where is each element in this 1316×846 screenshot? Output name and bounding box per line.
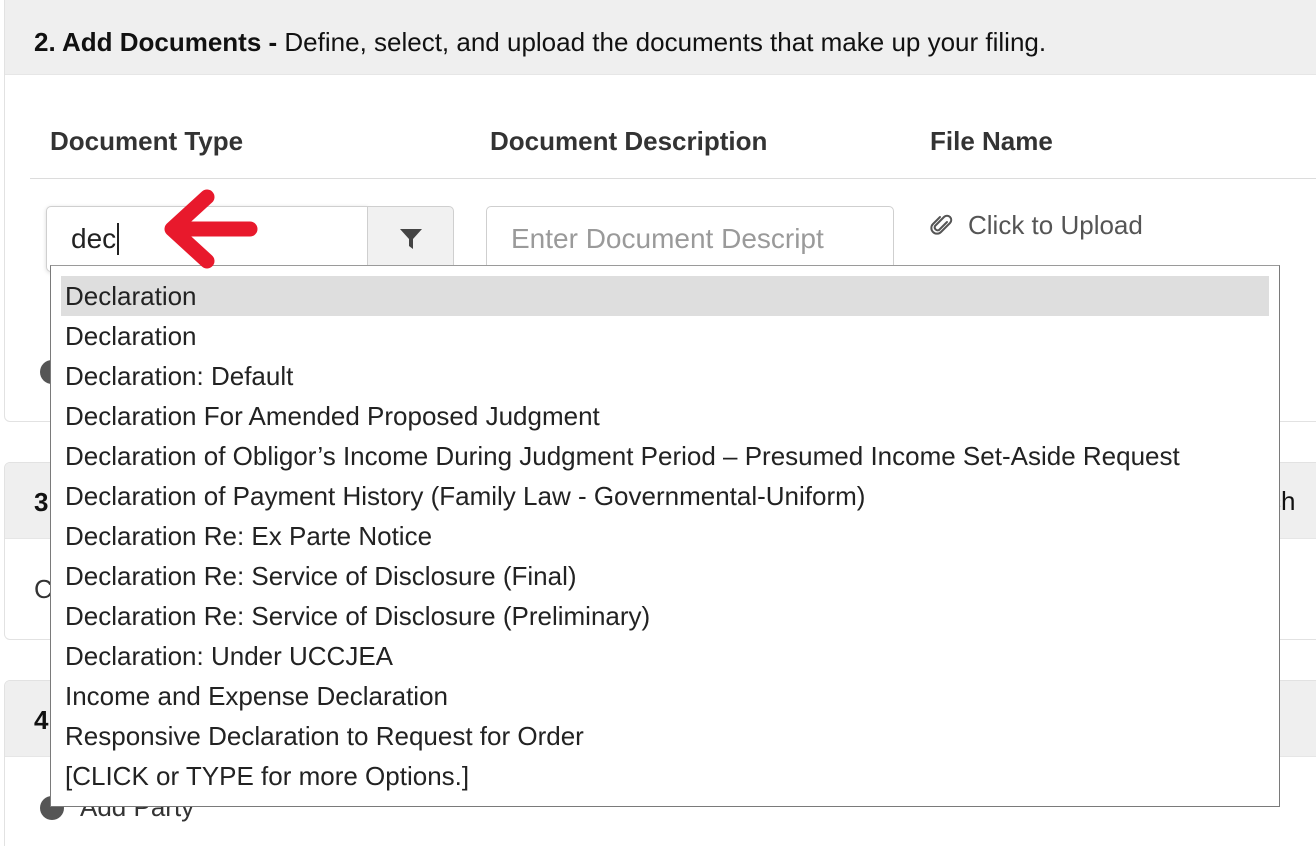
document-type-dropdown[interactable]: Declaration Declaration Declaration: Defau… [50,265,1280,807]
filter-button[interactable] [367,206,454,272]
dropdown-option[interactable]: Declaration Re: Service of Disclosure (F… [61,556,1269,596]
dropdown-option[interactable]: Income and Expense Declaration [61,676,1269,716]
paperclip-icon [930,214,953,235]
upload-label: Click to Upload [968,210,1143,240]
filter-icon [399,229,422,249]
dropdown-option[interactable]: Responsive Declaration to Request for Or… [61,716,1269,756]
dropdown-option[interactable]: Declaration: Default [61,356,1269,396]
dropdown-option[interactable]: [CLICK or TYPE for more Options.] [61,756,1269,796]
document-description-input[interactable] [486,206,894,272]
section-3-number: 3 [34,487,49,517]
document-type-value: dec [71,223,117,254]
column-header-document-description: Document Description [490,126,768,156]
dropdown-option[interactable]: Declaration [61,316,1269,356]
dropdown-option[interactable]: Declaration of Obligor’s Income During J… [61,436,1269,476]
page: 2. Add Documents - Define, select, and u… [0,0,1316,846]
upload-link[interactable]: Click to Upload [930,210,1143,241]
section-2-description: Define, select, and upload the documents… [284,27,1047,57]
column-header-document-type: Document Type [50,126,244,156]
column-header-file-name: File Name [930,126,1053,156]
text-caret [117,223,120,255]
dropdown-option[interactable]: Declaration For Amended Proposed Judgmen… [61,396,1269,436]
dropdown-option[interactable]: Declaration Re: Ex Parte Notice [61,516,1269,556]
dropdown-option[interactable]: Declaration of Payment History (Family L… [61,476,1269,516]
dropdown-option[interactable]: Declaration Re: Service of Disclosure (P… [61,596,1269,636]
dropdown-option[interactable]: Declaration [61,276,1269,316]
column-header-divider [30,178,1316,179]
section-2-title: 2. Add Documents - [34,27,278,57]
red-arrow-annotation-icon [164,189,258,269]
section-2-header: 2. Add Documents - Define, select, and u… [5,0,1316,75]
dropdown-option[interactable]: Declaration: Under UCCJEA [61,636,1269,676]
section-4-number: 4 [34,705,49,735]
